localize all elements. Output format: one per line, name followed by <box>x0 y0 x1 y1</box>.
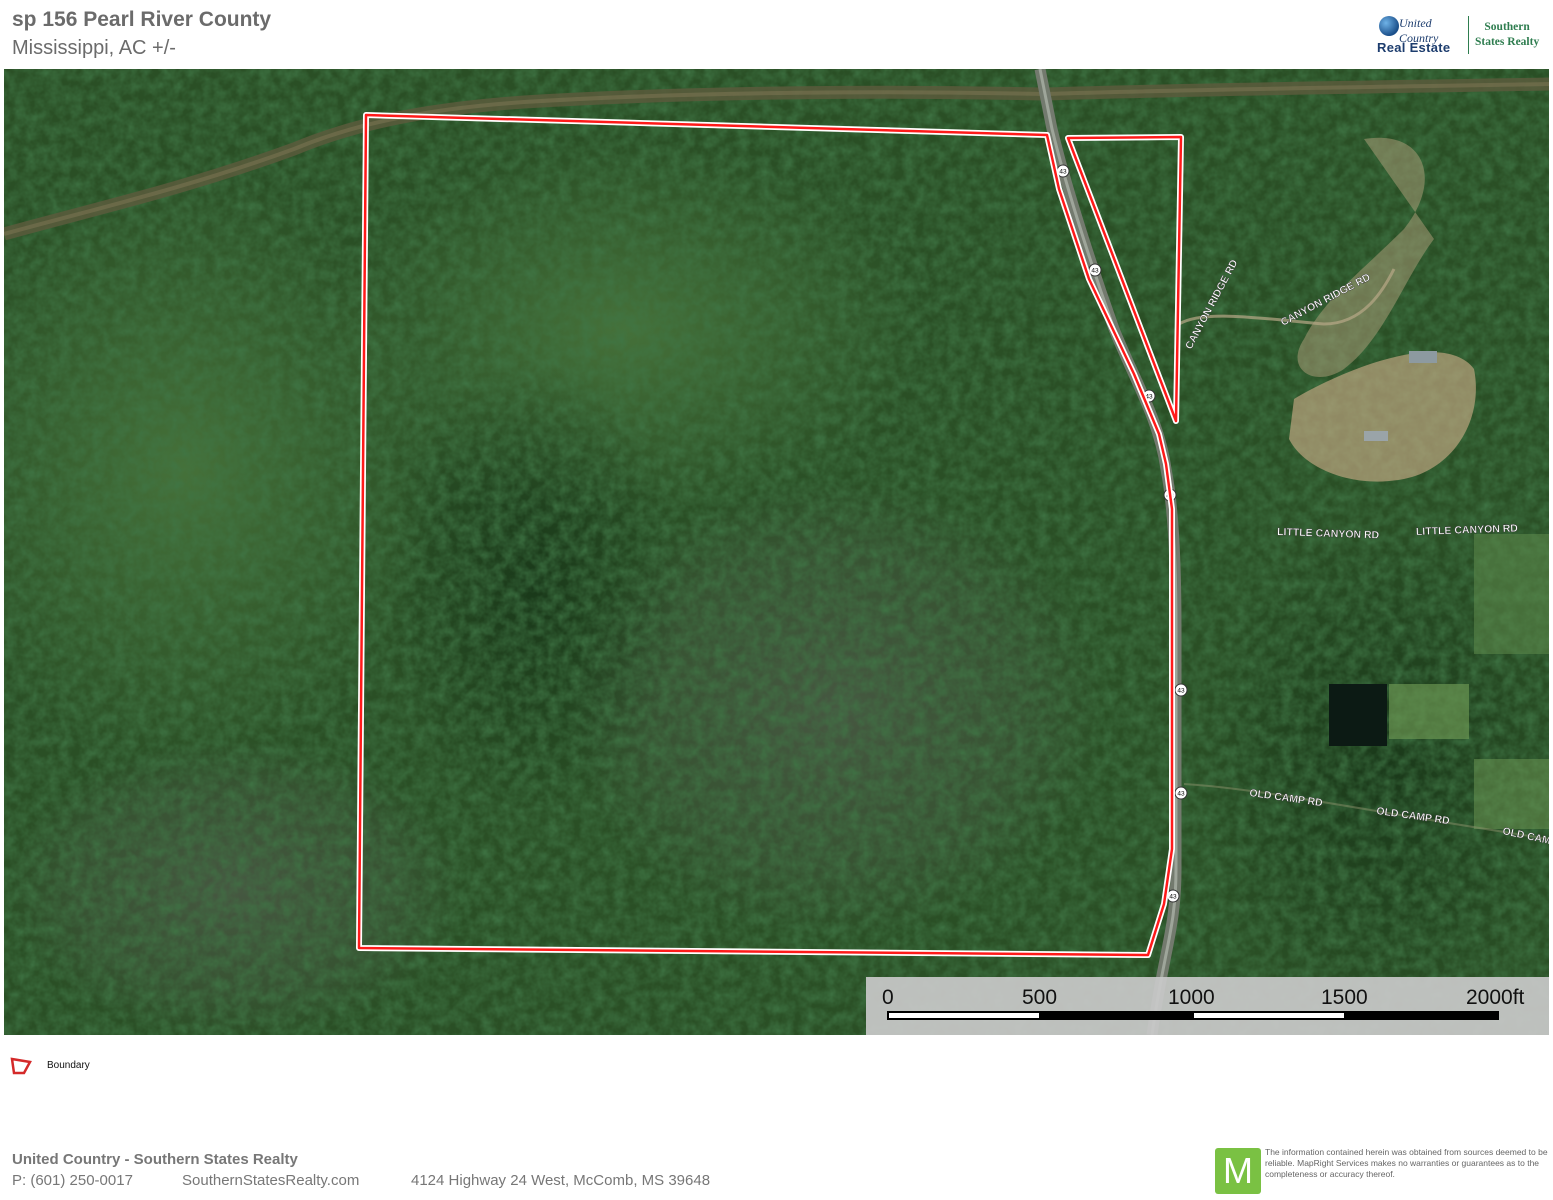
scale-label: 1000 <box>1168 986 1215 1009</box>
footer-phone: P: (601) 250-0017 <box>12 1172 133 1189</box>
boundary-legend-label: Boundary <box>47 1060 90 1071</box>
page-title: sp 156 Pearl River County <box>12 8 272 31</box>
scale-label: 0 <box>882 986 894 1009</box>
mapright-logo: M <box>1215 1148 1261 1194</box>
route-shield-label: 43 <box>1059 169 1067 176</box>
pasture <box>1474 534 1549 654</box>
footer-disclaimer: The information contained herein was obt… <box>1265 1147 1548 1179</box>
map-legend: Boundary <box>10 1056 90 1081</box>
scale-label: 1500 <box>1321 986 1368 1009</box>
pond <box>1329 684 1387 746</box>
scale-ruler <box>887 1011 1499 1020</box>
footer-company: United Country - Southern States Realty <box>12 1151 298 1168</box>
southern-text: Southern <box>1484 21 1530 33</box>
boundary-legend-icon <box>10 1057 32 1075</box>
route-shield: 43 <box>1088 263 1102 277</box>
building <box>1364 431 1388 441</box>
aerial-map[interactable]: 43 43 43 43 43 43 43 CANYON RIDGE RD CAN… <box>4 69 1549 1035</box>
mapright-logo-letter: M <box>1223 1150 1253 1191</box>
pasture <box>1389 684 1469 739</box>
united-country-logo: United Country Real Estate <box>1375 14 1465 58</box>
logo-divider <box>1468 16 1469 54</box>
route-shield-label: 43 <box>1177 791 1185 798</box>
real-estate-text: Real Estate <box>1377 40 1451 55</box>
globe-icon <box>1379 16 1399 36</box>
scale-label: 500 <box>1022 986 1058 1009</box>
page-subtitle: Mississippi, AC +/- <box>12 37 176 59</box>
route-shield-label: 43 <box>1169 894 1177 901</box>
route-shield: 43 <box>1174 683 1188 697</box>
company-logo: United Country Real Estate Southern Stat… <box>1375 14 1550 58</box>
building <box>1409 351 1437 363</box>
southern-states-realty-text: Southern States Realty <box>1475 20 1539 50</box>
route-shield-label: 43 <box>1091 268 1099 275</box>
route-shield-label: 43 <box>1177 688 1185 695</box>
footer-address: 4124 Highway 24 West, McComb, MS 39648 <box>411 1172 711 1189</box>
pasture <box>1474 759 1549 829</box>
scale-bar: 0 500 1000 1500 2000ft <box>866 977 1549 1035</box>
states-realty-text: States Realty <box>1475 36 1540 48</box>
footer-website[interactable]: SouthernStatesRealty.com <box>182 1172 359 1189</box>
scale-label: 2000ft <box>1466 986 1525 1009</box>
canopy-texture <box>4 69 1549 1035</box>
route-shield: 43 <box>1174 786 1188 800</box>
